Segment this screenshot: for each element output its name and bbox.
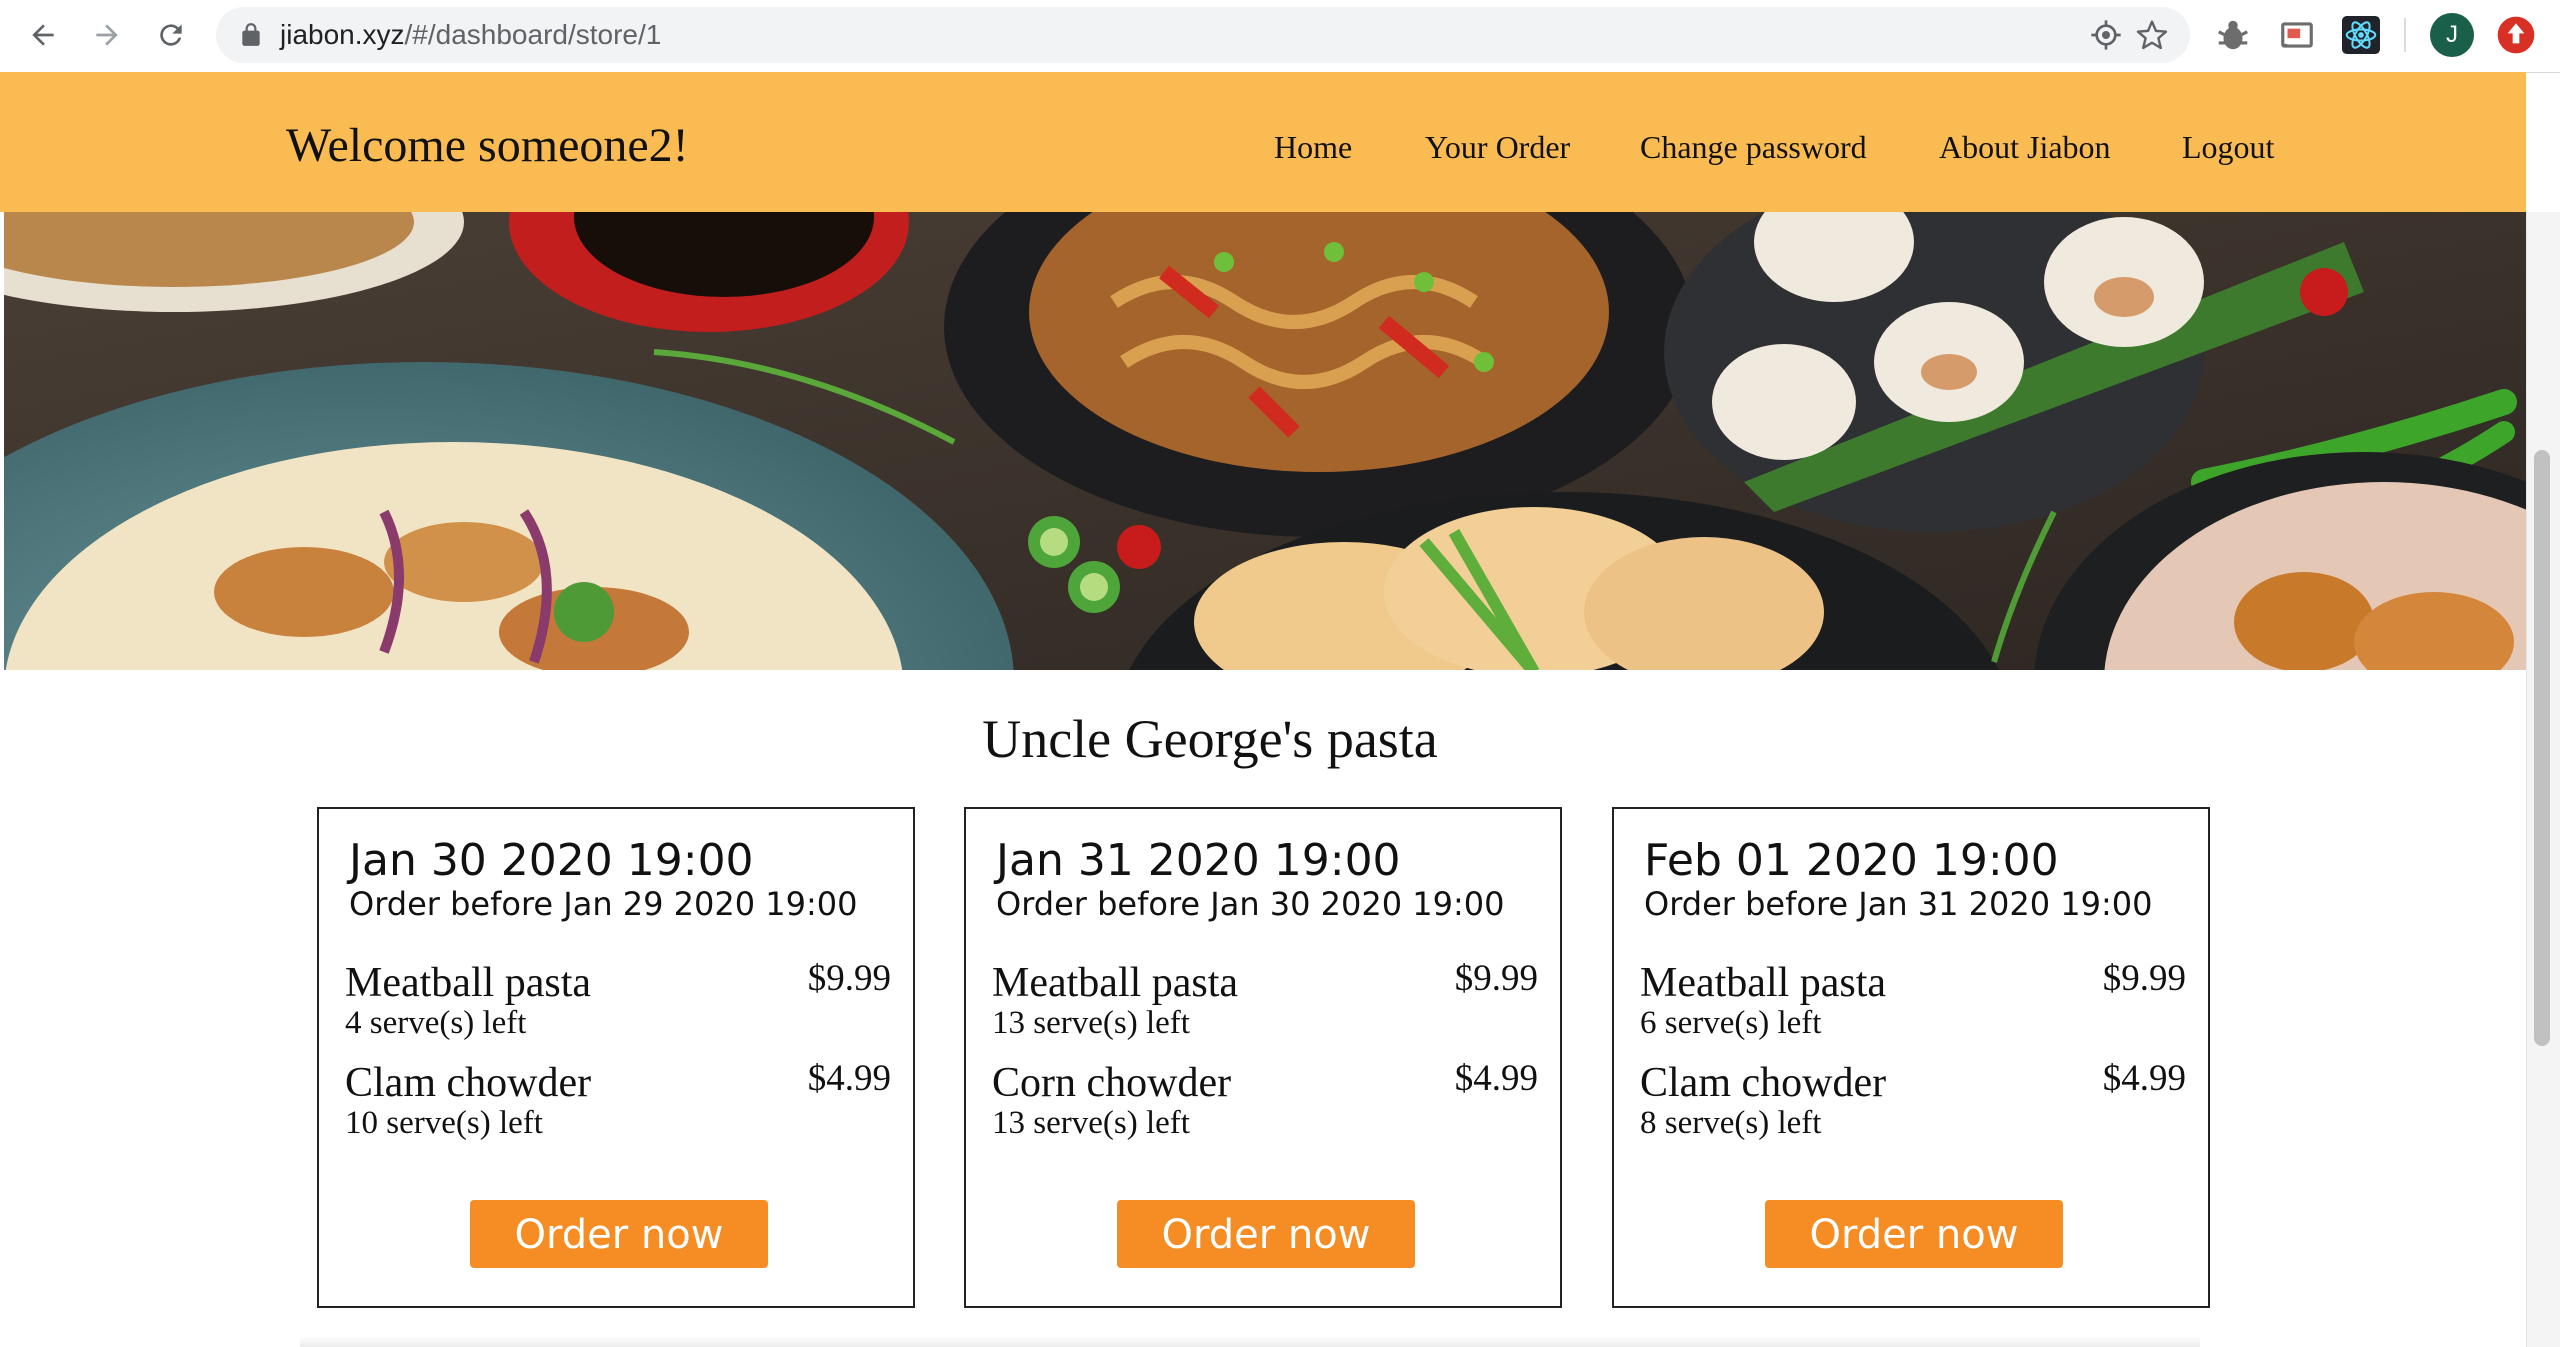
card-deadline: Order before Jan 30 2020 19:00 xyxy=(996,885,1505,923)
url-text: jiabon.xyz/#/dashboard/store/1 xyxy=(280,7,661,63)
item-name: Corn chowder xyxy=(992,1060,1232,1106)
item-name: Meatball pasta xyxy=(345,960,592,1006)
item-servings-left: 10 serve(s) left xyxy=(345,1105,543,1141)
bug-extension-icon[interactable] xyxy=(2214,16,2252,54)
item-name: Meatball pasta xyxy=(1640,960,1887,1006)
site-header: Welcome someone2! Home Your Order Change… xyxy=(0,72,2526,212)
schedule-card: Feb 01 2020 19:00 Order before Jan 31 20… xyxy=(1612,807,2210,1308)
item-servings-left: 6 serve(s) left xyxy=(1640,1005,1822,1041)
menu-item: Meatball pasta 13 serve(s) left $9.99 xyxy=(992,958,1538,1049)
url-host: jiabon.xyz xyxy=(280,19,405,50)
profile-avatar[interactable]: J xyxy=(2430,13,2474,57)
order-now-button[interactable]: Order now xyxy=(470,1200,768,1268)
bookmark-star-icon[interactable] xyxy=(2136,19,2168,51)
item-name: Meatball pasta xyxy=(992,960,1239,1006)
item-price: $4.99 xyxy=(1454,1058,1538,1099)
card-deadline: Order before Jan 31 2020 19:00 xyxy=(1644,885,2153,923)
item-servings-left: 4 serve(s) left xyxy=(345,1005,527,1041)
item-price: $9.99 xyxy=(807,958,891,999)
toolbar-separator xyxy=(2404,18,2406,52)
nav-change-password[interactable]: Change password xyxy=(1640,129,1867,166)
card-date: Feb 01 2020 19:00 xyxy=(1644,835,2059,886)
menu-item: Meatball pasta 4 serve(s) left $9.99 xyxy=(345,958,891,1049)
item-servings-left: 13 serve(s) left xyxy=(992,1105,1190,1141)
menu-item: Clam chowder 8 serve(s) left $4.99 xyxy=(1640,1058,2186,1149)
order-now-button[interactable]: Order now xyxy=(1765,1200,2063,1268)
schedule-card: Jan 31 2020 19:00 Order before Jan 30 20… xyxy=(964,807,1562,1308)
item-price: $4.99 xyxy=(807,1058,891,1099)
menu-item: Corn chowder 13 serve(s) left $4.99 xyxy=(992,1058,1538,1149)
url-path: /#/dashboard/store/1 xyxy=(404,19,662,50)
item-name: Clam chowder xyxy=(1640,1060,1887,1106)
store-title: Uncle George's pasta xyxy=(982,709,1438,769)
menu-item: Clam chowder 10 serve(s) left $4.99 xyxy=(345,1058,891,1149)
nav-your-order[interactable]: Your Order xyxy=(1425,129,1570,166)
item-servings-left: 8 serve(s) left xyxy=(1640,1105,1822,1141)
back-arrow-icon[interactable] xyxy=(20,12,66,58)
nav-logout[interactable]: Logout xyxy=(2182,129,2274,166)
cast-extension-icon[interactable] xyxy=(2278,16,2316,54)
react-devtools-icon[interactable] xyxy=(2342,16,2380,54)
forward-arrow-icon[interactable] xyxy=(84,12,130,58)
nav-home[interactable]: Home xyxy=(1274,129,1352,166)
lock-icon xyxy=(242,23,260,46)
address-bar[interactable]: jiabon.xyz/#/dashboard/store/1 xyxy=(216,7,2190,63)
card-date: Jan 31 2020 19:00 xyxy=(996,835,1401,886)
card-date: Jan 30 2020 19:00 xyxy=(349,835,754,886)
welcome-message: Welcome someone2! xyxy=(286,119,689,172)
footer-shadow xyxy=(300,1336,2200,1347)
schedule-card: Jan 30 2020 19:00 Order before Jan 29 20… xyxy=(317,807,915,1308)
item-price: $9.99 xyxy=(1454,958,1538,999)
nav-about[interactable]: About Jiabon xyxy=(1939,129,2111,166)
item-price: $9.99 xyxy=(2102,958,2186,999)
hero-banner-image xyxy=(4,212,2526,670)
order-now-button[interactable]: Order now xyxy=(1117,1200,1415,1268)
menu-item: Meatball pasta 6 serve(s) left $9.99 xyxy=(1640,958,2186,1049)
update-alert-icon[interactable] xyxy=(2496,15,2536,55)
item-name: Clam chowder xyxy=(345,1060,592,1106)
reload-icon[interactable] xyxy=(148,12,194,58)
item-price: $4.99 xyxy=(2102,1058,2186,1099)
page-scrollbar-thumb[interactable] xyxy=(2534,450,2550,1046)
browser-toolbar: jiabon.xyz/#/dashboard/store/1 J xyxy=(0,0,2560,73)
location-target-icon[interactable] xyxy=(2090,19,2122,51)
card-deadline: Order before Jan 29 2020 19:00 xyxy=(349,885,858,923)
item-servings-left: 13 serve(s) left xyxy=(992,1005,1190,1041)
